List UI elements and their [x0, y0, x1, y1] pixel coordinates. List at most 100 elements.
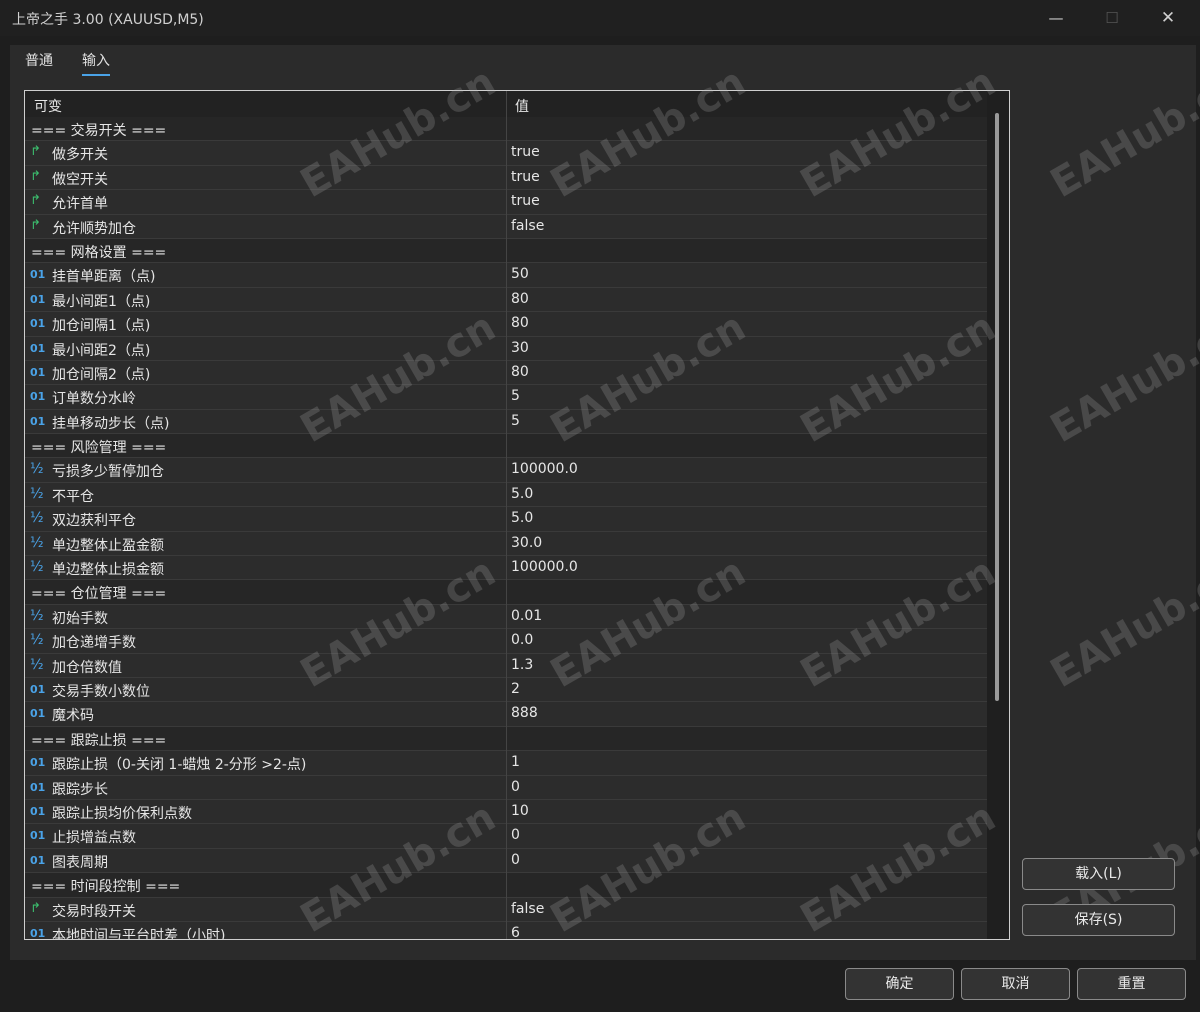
param-value[interactable]: 80 [511, 364, 529, 380]
int-icon: 01 [30, 756, 46, 770]
param-value[interactable]: 100000.0 [511, 461, 578, 477]
param-name: 加仓间隔2（点) [52, 366, 151, 383]
param-name: 跟踪步长 [52, 781, 108, 798]
param-name: 允许首单 [52, 196, 108, 213]
param-name: 不平仓 [52, 488, 94, 505]
param-name: === 仓位管理 === [31, 586, 167, 603]
int-icon: 01 [30, 414, 46, 428]
param-value[interactable]: 0 [511, 827, 520, 843]
maximize-button[interactable]: ☐ [1089, 0, 1135, 36]
param-value[interactable]: 5 [511, 388, 520, 404]
ok-button[interactable]: 确定 [845, 968, 954, 1000]
double-icon: ½ [30, 510, 44, 527]
param-value[interactable]: false [511, 218, 544, 234]
int-icon: 01 [30, 341, 46, 355]
param-name: 跟踪止损均价保利点数 [52, 805, 192, 822]
load-button[interactable]: 载入(L) [1022, 858, 1175, 890]
double-icon: ½ [30, 559, 44, 576]
double-icon: ½ [30, 534, 44, 551]
param-name: === 时间段控制 === [31, 879, 181, 896]
int-icon: 01 [30, 926, 46, 940]
param-value[interactable]: 5 [511, 413, 520, 429]
param-name: === 风险管理 === [31, 440, 167, 457]
int-icon: 01 [30, 804, 46, 818]
param-value[interactable]: 2 [511, 681, 520, 697]
param-name: 最小间距2（点) [52, 342, 151, 359]
param-value[interactable]: 0 [511, 852, 520, 868]
param-name: 挂单移动步长（点) [52, 415, 170, 432]
param-value[interactable]: 1 [511, 754, 520, 770]
tab-inputs-label: 输入 [82, 53, 110, 69]
param-value[interactable]: 0.01 [511, 608, 542, 624]
param-value[interactable]: 80 [511, 315, 529, 331]
int-icon: 01 [30, 853, 46, 867]
save-button[interactable]: 保存(S) [1022, 904, 1175, 936]
param-name: 亏损多少暂停加仓 [52, 464, 164, 481]
param-name: 单边整体止损金额 [52, 562, 164, 579]
param-value[interactable]: true [511, 144, 540, 160]
int-icon: 01 [30, 317, 46, 331]
param-value[interactable]: true [511, 169, 540, 185]
cancel-button[interactable]: 取消 [961, 968, 1070, 1000]
param-value[interactable]: 100000.0 [511, 559, 578, 575]
double-icon: ½ [30, 485, 44, 502]
bool-icon: ↱ [30, 217, 41, 233]
param-name: 加仓倍数值 [52, 659, 122, 676]
param-value[interactable]: 6 [511, 925, 520, 939]
param-name: 加仓递增手数 [52, 635, 136, 652]
param-name: 做空开关 [52, 171, 108, 188]
close-button[interactable]: ✕ [1145, 0, 1191, 36]
int-icon: 01 [30, 829, 46, 843]
double-icon: ½ [30, 656, 44, 673]
column-separator [506, 91, 507, 939]
param-value[interactable]: 10 [511, 803, 529, 819]
param-value[interactable]: 5.0 [511, 486, 533, 502]
bool-icon: ↱ [30, 193, 41, 209]
param-name: 做多开关 [52, 147, 108, 164]
param-name: 交易时段开关 [52, 903, 136, 920]
param-name: 图表周期 [52, 854, 108, 871]
minimize-button[interactable]: — [1033, 0, 1079, 36]
param-name: 允许顺势加仓 [52, 220, 136, 237]
int-icon: 01 [30, 365, 46, 379]
bool-icon: ↱ [30, 168, 41, 184]
tab-general[interactable]: 普通 [25, 50, 53, 72]
param-value[interactable]: 50 [511, 266, 529, 282]
param-name: 交易手数小数位 [52, 683, 150, 700]
bool-icon: ↱ [30, 900, 41, 916]
vertical-scrollbar[interactable] [987, 91, 1009, 939]
param-name: 止损增益点数 [52, 830, 136, 847]
param-name: === 交易开关 === [31, 123, 167, 139]
param-name: 双边获利平仓 [52, 513, 136, 530]
param-value[interactable]: 1.3 [511, 657, 533, 673]
param-value[interactable]: 30 [511, 340, 529, 356]
int-icon: 01 [30, 682, 46, 696]
param-value[interactable]: false [511, 901, 544, 917]
title-bar: 上帝之手 3.00 (XAUUSD,M5) — ☐ ✕ [0, 0, 1200, 36]
param-value[interactable]: true [511, 193, 540, 209]
window-title: 上帝之手 3.00 (XAUUSD,M5) [12, 12, 204, 28]
active-tab-indicator [82, 74, 110, 76]
param-value[interactable]: 5.0 [511, 510, 533, 526]
column-header-variable[interactable]: 可变 [34, 96, 62, 116]
param-name: 跟踪止损（0-关闭 1-蜡烛 2-分形 >2-点) [52, 757, 307, 774]
int-icon: 01 [30, 292, 46, 306]
param-name: === 跟踪止损 === [31, 732, 167, 749]
column-header-value[interactable]: 值 [515, 96, 529, 116]
reset-button[interactable]: 重置 [1077, 968, 1186, 1000]
inputs-grid: 可变 值 === 交易开关 === ↱ 做多开关 true ↱ 做空开关 true ↱ 允许首单… [24, 90, 1010, 940]
param-name: 挂首单距离（点) [52, 269, 156, 286]
param-value[interactable]: 0 [511, 779, 520, 795]
param-name: 本地时间与平台时差（小时) [52, 927, 226, 940]
int-icon: 01 [30, 390, 46, 404]
double-icon: ½ [30, 461, 44, 478]
tab-inputs[interactable]: 输入 [82, 50, 110, 76]
param-value[interactable]: 888 [511, 705, 538, 721]
param-value[interactable]: 0.0 [511, 632, 533, 648]
param-value[interactable]: 30.0 [511, 535, 542, 551]
bool-icon: ↱ [30, 144, 41, 160]
param-name: 初始手数 [52, 610, 108, 627]
param-value[interactable]: 80 [511, 291, 529, 307]
scrollbar-thumb[interactable] [995, 113, 999, 701]
param-name: 最小间距1（点) [52, 293, 151, 310]
